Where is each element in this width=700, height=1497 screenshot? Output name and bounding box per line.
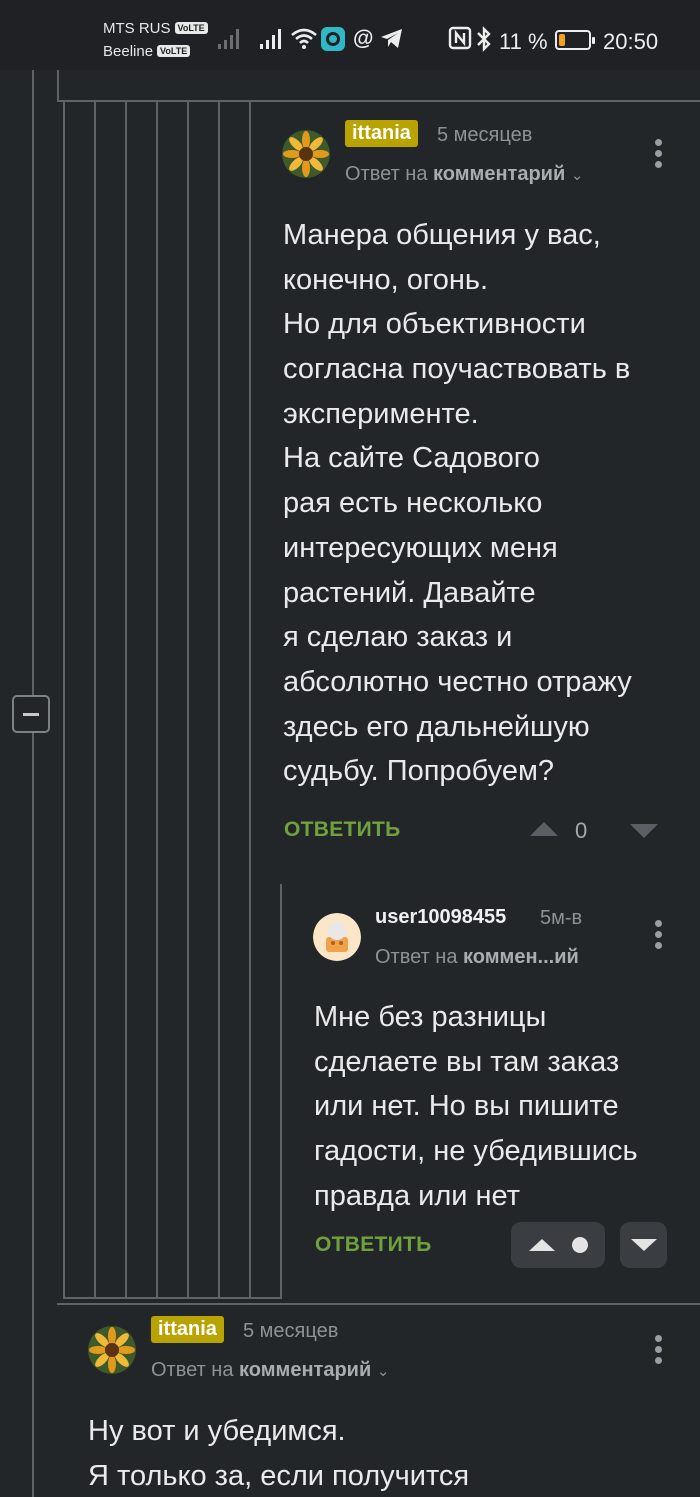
- battery-icon: [555, 30, 595, 50]
- downvote-icon[interactable]: [628, 822, 660, 840]
- avatar[interactable]: [282, 130, 330, 178]
- reply-button[interactable]: ОТВЕТИТЬ: [284, 818, 401, 842]
- body-line: На сайте Садового: [283, 442, 540, 475]
- username-link[interactable]: user10098455: [375, 906, 506, 929]
- thread-branch: [57, 1303, 700, 1305]
- chevron-down-icon: ⌄: [376, 1363, 390, 1380]
- thread-line: [57, 70, 59, 102]
- carrier-2: Beeline VoLTE: [103, 43, 191, 60]
- vote-widget: [511, 1222, 605, 1268]
- reply-to-target: коммен...ий: [463, 946, 579, 968]
- thread-line: [156, 102, 158, 1299]
- nfc-icon: [448, 26, 472, 50]
- comment-body: Ну вот и убедимся. Я только за, если пол…: [88, 1409, 469, 1497]
- thread-line: [218, 102, 220, 1299]
- body-line: абсолютно честно отражу: [283, 665, 632, 698]
- reply-to-prefix: Ответ на: [375, 946, 458, 968]
- body-line: здесь его дальнейшую: [283, 710, 590, 743]
- more-options-icon[interactable]: [655, 1335, 663, 1368]
- thread-line: [125, 102, 127, 1299]
- body-line: конечно, огонь.: [283, 263, 489, 296]
- upvote-icon[interactable]: [528, 820, 560, 838]
- thread-line: [32, 733, 34, 1497]
- body-line: гадости, не убедившись: [314, 1135, 638, 1168]
- app-notification-icon: [321, 27, 345, 51]
- reply-to-target: комментарий: [239, 1359, 372, 1381]
- battery-percent: 11 %: [499, 29, 548, 54]
- comment-time: 5 месяцев: [437, 124, 533, 146]
- comment-time: 5м-в: [540, 907, 583, 929]
- chevron-down-icon: ⌄: [570, 167, 584, 184]
- reply-to-link[interactable]: Ответ на коммен...ий: [375, 946, 579, 969]
- downvote-button[interactable]: [620, 1222, 667, 1268]
- thread-line: [187, 102, 189, 1299]
- carrier-1-name: MTS RUS: [103, 20, 171, 37]
- email-at-icon: @: [353, 27, 373, 50]
- comment-time: 5 месяцев: [243, 1320, 339, 1342]
- avatar[interactable]: [88, 1326, 136, 1374]
- signal-icon: [260, 29, 281, 49]
- thread-line: [280, 884, 282, 1299]
- comment-body: Мне без разницы сделаете вы там заказ ил…: [314, 995, 638, 1218]
- body-line: судьбу. Попробуем?: [283, 755, 555, 788]
- username-link[interactable]: ittania: [345, 120, 418, 147]
- thread-line: [249, 102, 251, 1299]
- body-line: интересующих меня: [283, 531, 558, 564]
- thread-line: [94, 102, 96, 1299]
- body-line: Манера общения у вас,: [283, 219, 601, 251]
- reply-to-prefix: Ответ на: [151, 1359, 234, 1381]
- body-line: Я только за, если получится: [88, 1459, 470, 1492]
- signal-weak-icon: [218, 29, 239, 49]
- username-link[interactable]: ittania: [151, 1316, 224, 1343]
- reply-button[interactable]: ОТВЕТИТЬ: [315, 1233, 432, 1257]
- vote-dot-icon: [572, 1237, 588, 1253]
- more-options-icon[interactable]: [655, 139, 663, 172]
- bluetooth-icon: [477, 26, 491, 52]
- comment-body: Манера общения у вас, конечно, огонь. Но…: [283, 213, 632, 794]
- body-line: эксперименте.: [283, 397, 479, 430]
- volte-badge: VoLTE: [157, 45, 191, 57]
- body-line: Ну вот и убедимся.: [88, 1415, 346, 1447]
- status-bar: MTS RUS VoLTE Beeline VoLTE @ 11 % 20:50: [0, 0, 700, 70]
- thread-line: [32, 70, 34, 697]
- reply-to-link[interactable]: Ответ на комментарий ⌄: [151, 1359, 389, 1382]
- wifi-icon: [291, 28, 317, 49]
- carrier-2-name: Beeline: [103, 43, 154, 60]
- body-line: согласна поучаствовать в: [283, 353, 631, 386]
- body-line: я сделаю заказ и: [283, 621, 513, 654]
- reply-to-prefix: Ответ на: [345, 163, 428, 185]
- body-line: растений. Давайте: [283, 576, 536, 609]
- body-line: сделаете вы там заказ: [314, 1045, 620, 1078]
- collapse-thread-button[interactable]: [12, 695, 50, 733]
- telegram-icon: [381, 29, 402, 48]
- svg-text:@: @: [353, 27, 373, 50]
- clock: 20:50: [603, 29, 659, 54]
- body-line: Но для объективности: [283, 308, 586, 341]
- thread-line: [63, 102, 65, 1299]
- reply-to-link[interactable]: Ответ на комментарий ⌄: [345, 163, 583, 186]
- body-line: правда или нет: [314, 1179, 520, 1212]
- vote-count: 0: [575, 818, 588, 843]
- thread-branch: [63, 1297, 282, 1299]
- upvote-icon[interactable]: [527, 1237, 557, 1253]
- battery-level: [559, 34, 565, 46]
- downvote-icon: [631, 1239, 657, 1251]
- carrier-1: MTS RUS VoLTE: [103, 20, 208, 37]
- reply-to-target: комментарий: [433, 163, 566, 185]
- more-options-icon[interactable]: [655, 920, 663, 953]
- body-line: рая есть несколько: [283, 487, 543, 520]
- volte-badge: VoLTE: [174, 22, 208, 34]
- page: MTS RUS VoLTE Beeline VoLTE @ 11 % 20:50…: [0, 0, 700, 1497]
- body-line: или нет. Но вы пишите: [314, 1090, 619, 1123]
- avatar[interactable]: [313, 913, 361, 961]
- minus-icon: [23, 712, 39, 716]
- body-line: Мне без разницы: [314, 1001, 547, 1033]
- thread-branch: [57, 100, 700, 102]
